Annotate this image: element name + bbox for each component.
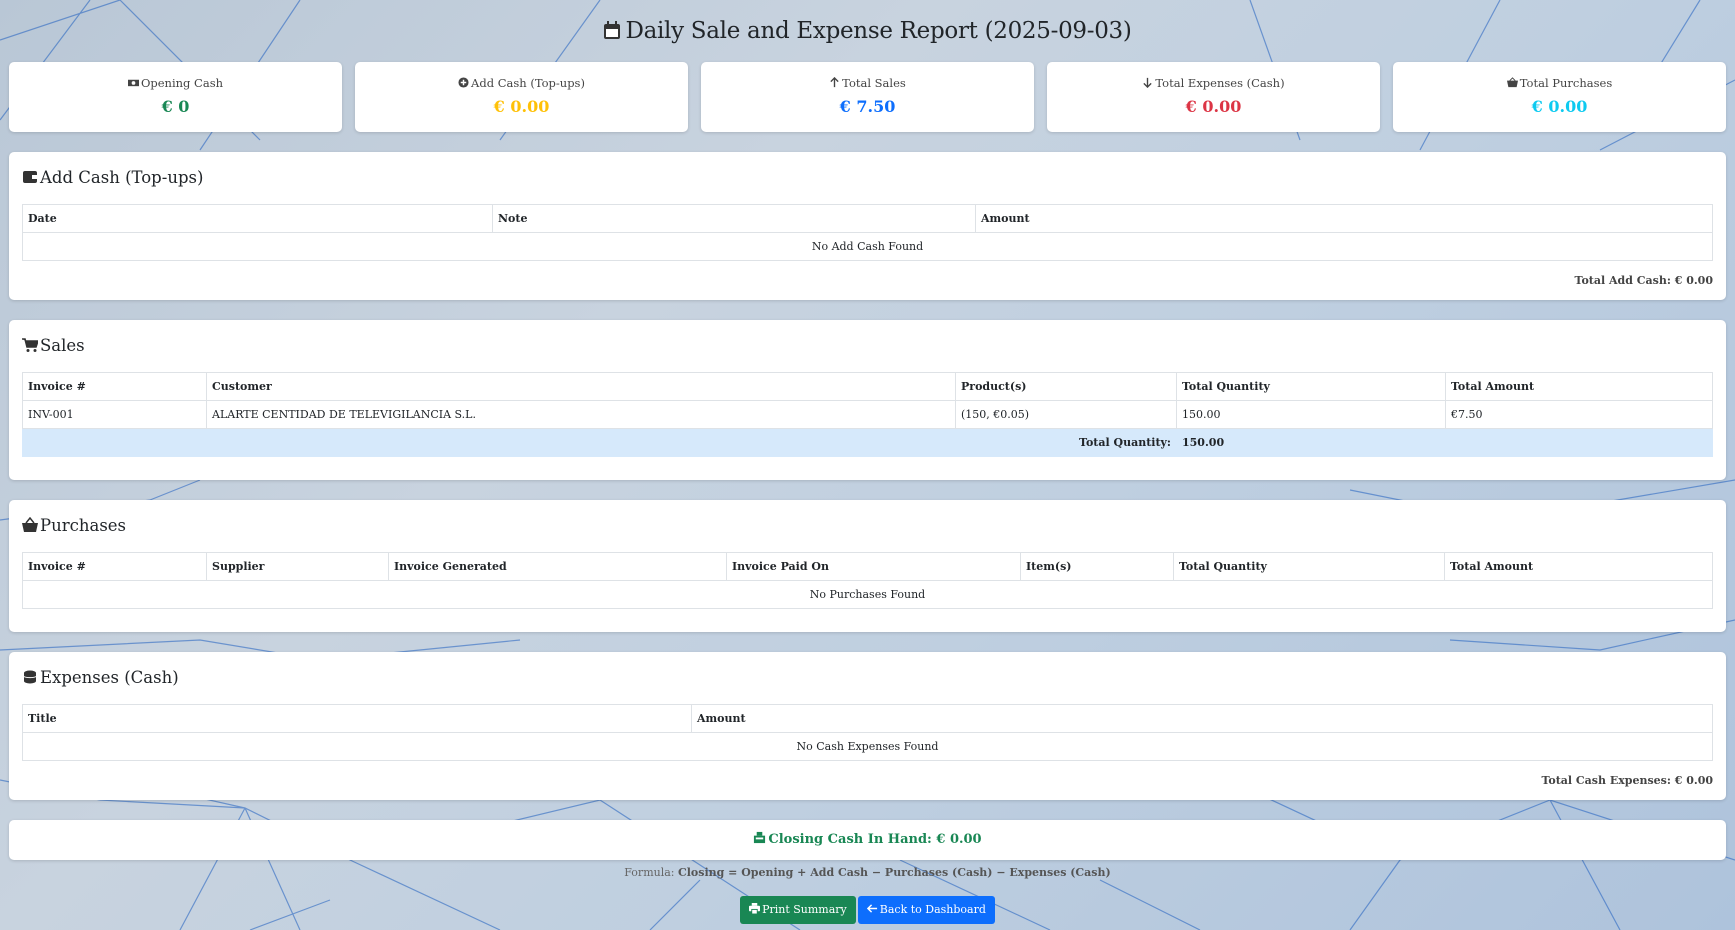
expenses-table: Title Amount No Cash Expenses Found	[22, 704, 1713, 761]
arrow-down-icon	[1143, 77, 1153, 89]
stat-value: € 0.00	[1531, 97, 1588, 116]
purchases-table: Invoice # Supplier Invoice Generated Inv…	[22, 552, 1713, 609]
stat-opening-cash: Opening Cash € 0	[9, 62, 342, 132]
invoice-cell: INV-001	[22, 400, 207, 429]
basket-icon	[1506, 77, 1518, 88]
stat-label: Add Cash (Top-ups)	[471, 76, 585, 90]
column-header: Title	[22, 704, 692, 733]
formula-text: Closing = Opening + Add Cash − Purchases…	[678, 866, 1111, 879]
add-cash-table: Date Note Amount No Add Cash Found	[22, 204, 1713, 261]
empty-message: No Add Cash Found	[22, 232, 1713, 261]
total-quantity-value: 150.00	[1176, 428, 1713, 457]
stat-value: € 0.00	[493, 97, 550, 116]
section-heading: Add Cash (Top-ups)	[22, 152, 1713, 204]
column-header: Customer	[206, 372, 956, 401]
column-header: Total Quantity	[1176, 372, 1446, 401]
cash-register-icon	[754, 831, 766, 844]
formula-note: Formula: Closing = Opening + Add Cash − …	[0, 866, 1735, 879]
calendar-icon	[604, 21, 621, 39]
table-row: INV-001 ALARTE CENTIDAD DE TELEVIGILANCI…	[22, 400, 1713, 429]
stat-total-expenses: Total Expenses (Cash) € 0.00	[1047, 62, 1380, 132]
column-header: Invoice #	[22, 372, 207, 401]
column-header: Total Amount	[1444, 552, 1713, 581]
stat-value: € 0.00	[1185, 97, 1242, 116]
column-header: Amount	[975, 204, 1713, 233]
customer-cell: ALARTE CENTIDAD DE TELEVIGILANCIA S.L.	[206, 400, 956, 429]
total-cash-expenses: Total Cash Expenses: € 0.00	[1541, 774, 1713, 787]
stat-label: Total Expenses (Cash)	[1155, 76, 1285, 90]
column-header: Invoice #	[22, 552, 207, 581]
print-icon	[749, 903, 761, 915]
cart-icon	[22, 338, 40, 352]
sales-section: Sales Invoice # Customer Product(s) Tota…	[9, 320, 1726, 480]
arrow-left-icon	[866, 904, 877, 913]
arrow-up-icon	[830, 76, 839, 88]
closing-cash-text: Closing Cash In Hand: € 0.00	[768, 832, 982, 847]
plus-circle-icon	[458, 77, 469, 88]
purchases-section: Purchases Invoice # Supplier Invoice Gen…	[9, 500, 1726, 632]
expenses-section: Expenses (Cash) Title Amount No Cash Exp…	[9, 652, 1726, 800]
column-header: Total Quantity	[1173, 552, 1445, 581]
section-heading: Purchases	[22, 500, 1713, 552]
stat-label: Total Sales	[842, 76, 906, 90]
column-header: Invoice Generated	[388, 552, 727, 581]
wallet-icon	[23, 171, 37, 183]
empty-message: No Cash Expenses Found	[22, 732, 1713, 761]
sales-table: Invoice # Customer Product(s) Total Quan…	[22, 372, 1713, 457]
products-cell: (150, €0.05)	[955, 400, 1177, 429]
coins-icon	[23, 670, 37, 684]
column-header: Invoice Paid On	[726, 552, 1021, 581]
amount-cell: €7.50	[1445, 400, 1713, 429]
stat-total-sales: Total Sales € 7.50	[701, 62, 1034, 132]
column-header: Amount	[691, 704, 1713, 733]
page-title-text: Daily Sale and Expense Report (2025-09-0…	[625, 18, 1132, 44]
print-summary-button[interactable]: Print Summary	[740, 896, 856, 924]
closing-cash-box: Closing Cash In Hand: € 0.00	[9, 820, 1726, 860]
column-header: Note	[492, 204, 976, 233]
total-row: Total Quantity: 150.00	[22, 428, 1713, 457]
summary-stats: Opening Cash € 0 Add Cash (Top-ups) € 0.…	[9, 62, 1726, 132]
column-header: Item(s)	[1020, 552, 1174, 581]
stat-value: € 0	[161, 97, 190, 116]
stat-label: Opening Cash	[140, 76, 224, 90]
section-heading: Expenses (Cash)	[22, 652, 1713, 704]
stat-add-cash: Add Cash (Top-ups) € 0.00	[355, 62, 688, 132]
quantity-cell: 150.00	[1176, 400, 1446, 429]
total-add-cash: Total Add Cash: € 0.00	[1574, 274, 1713, 287]
stat-total-purchases: Total Purchases € 0.00	[1393, 62, 1726, 132]
empty-message: No Purchases Found	[22, 580, 1713, 609]
add-cash-section: Add Cash (Top-ups) Date Note Amount No A…	[9, 152, 1726, 300]
stat-label: Total Purchases	[1519, 76, 1613, 90]
money-icon	[127, 79, 139, 87]
column-header: Date	[22, 204, 493, 233]
total-quantity-label: Total Quantity:	[22, 428, 1177, 457]
formula-prefix: Formula:	[624, 866, 675, 879]
back-to-dashboard-button[interactable]: Back to Dashboard	[857, 896, 995, 924]
basket-icon	[22, 516, 38, 532]
section-heading: Sales	[22, 320, 1713, 372]
column-header: Total Amount	[1445, 372, 1713, 401]
column-header: Product(s)	[955, 372, 1177, 401]
page-title: Daily Sale and Expense Report (2025-09-0…	[9, 0, 1726, 62]
action-buttons: Print Summary Back to Dashboard	[0, 896, 1735, 924]
column-header: Supplier	[206, 552, 389, 581]
stat-value: € 7.50	[839, 97, 896, 116]
